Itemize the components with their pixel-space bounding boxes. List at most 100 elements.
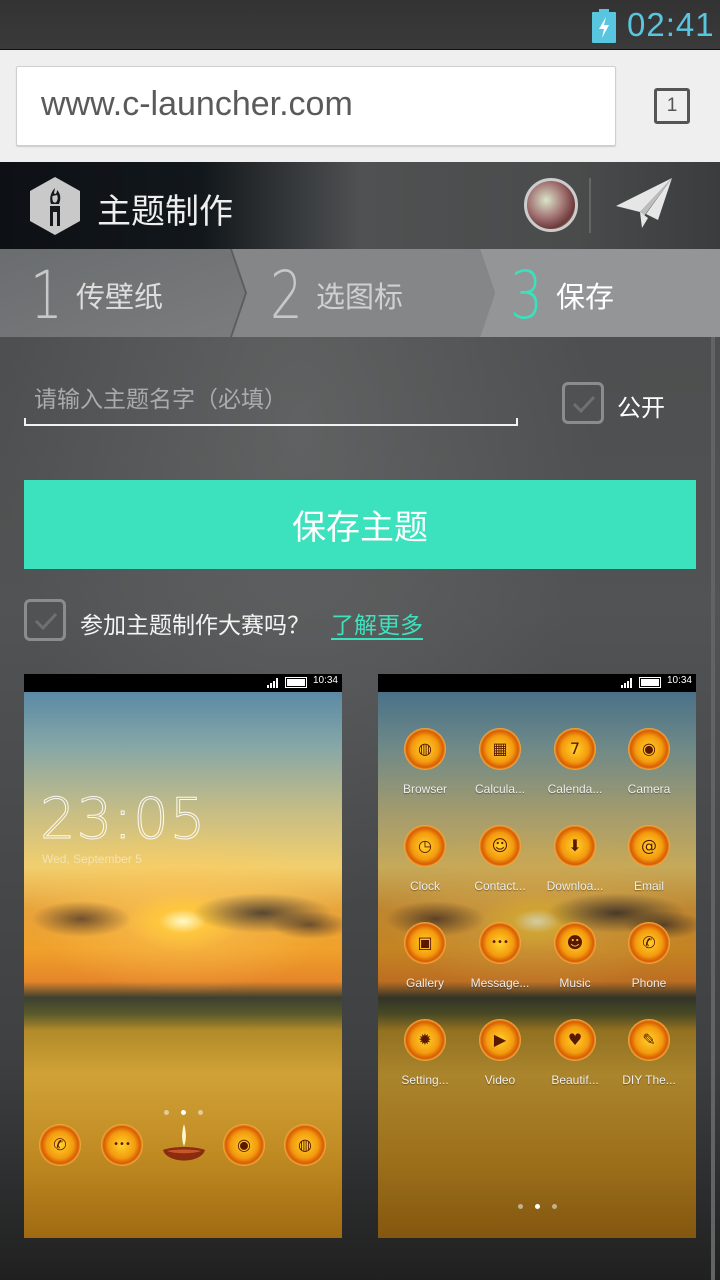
gallery-icon: ▣ xyxy=(404,922,446,964)
header-divider xyxy=(589,178,591,233)
app-hearts[interactable]: ♥ Beautif... xyxy=(535,1019,615,1087)
email-icon: @ xyxy=(628,825,670,867)
app-glyph: ▦ xyxy=(492,739,508,758)
app-glyph: ◉ xyxy=(642,739,656,758)
battery-icon xyxy=(285,677,307,688)
battery-charging-icon xyxy=(592,9,616,43)
paintbrush-hexagon-icon xyxy=(30,177,80,235)
signal-icon xyxy=(267,678,278,688)
contest-checkbox[interactable] xyxy=(24,599,66,641)
app-label: DIY The... xyxy=(622,1073,676,1087)
camera-glyph: ◉ xyxy=(237,1135,251,1154)
homescreen-preview[interactable]: 10:34 ◍ Browser ▦ Calcula... 7 Calenda... ◉ Cam… xyxy=(378,674,696,1238)
app-glyph: ☺ xyxy=(491,836,509,855)
paper-plane-icon[interactable] xyxy=(614,176,674,232)
step-number: 2 xyxy=(270,257,303,334)
phone-glyph: ✆ xyxy=(53,1135,67,1154)
app-glyph: ✎ xyxy=(642,1030,656,1049)
app-gallery[interactable]: ▣ Gallery xyxy=(385,922,465,990)
app-glyph: 7 xyxy=(569,739,581,758)
app-label: Gallery xyxy=(405,976,444,990)
save-theme-button[interactable]: 保存主题 xyxy=(24,480,696,569)
step-2-choose-icons[interactable]: 2 选图标 xyxy=(232,249,495,337)
step-label: 选图标 xyxy=(316,280,404,314)
globe-icon: ◍ xyxy=(404,728,446,770)
page-indicator xyxy=(378,1194,696,1213)
message-icon[interactable]: ••• xyxy=(101,1124,143,1166)
wallpaper-clouds xyxy=(24,888,342,949)
step-1-upload-wallpaper[interactable]: 1 传壁纸 xyxy=(0,249,245,337)
page-dot xyxy=(197,1110,203,1115)
app-glyph: ◷ xyxy=(418,836,432,855)
app-music[interactable]: ☻ Music xyxy=(535,922,615,990)
app-download[interactable]: ⬇ Downloa... xyxy=(535,825,615,893)
camera-icon[interactable]: ◉ xyxy=(223,1124,265,1166)
step-number: 3 xyxy=(510,257,543,334)
page-dot xyxy=(163,1110,169,1115)
page-indicator xyxy=(24,1100,342,1119)
app-label: Setting... xyxy=(401,1073,449,1087)
app-video[interactable]: ▶ Video xyxy=(460,1019,540,1087)
app-label: Beautif... xyxy=(551,1073,599,1087)
page-scrollbar[interactable] xyxy=(711,337,715,1280)
page-dot xyxy=(551,1204,557,1209)
music-icon: ☻ xyxy=(554,922,596,964)
app-glyph: ▶ xyxy=(493,1030,507,1049)
app-glyph: ♥ xyxy=(567,1030,583,1049)
contact-icon: ☺ xyxy=(479,825,521,867)
battery-icon xyxy=(639,677,661,688)
hearts-icon: ♥ xyxy=(554,1019,596,1061)
app-globe[interactable]: ◍ Browser xyxy=(385,728,465,796)
download-icon: ⬇ xyxy=(554,825,596,867)
globe-icon[interactable]: ◍ xyxy=(284,1124,326,1166)
web-page: 主题制作 1 传壁纸 2 选图标 3 保存 请输入主题名字（必填） 公开 保存主… xyxy=(0,162,720,1280)
app-label: Downloa... xyxy=(546,879,604,893)
app-camera[interactable]: ◉ Camera xyxy=(609,728,689,796)
tab-switcher-button[interactable]: 1 xyxy=(654,88,690,124)
app-header: 主题制作 xyxy=(0,162,720,249)
app-glyph: ⬇ xyxy=(568,836,582,855)
app-glyph: ▣ xyxy=(417,933,433,952)
app-label: Browser xyxy=(402,782,447,796)
status-clock: 02:41 xyxy=(627,6,715,43)
lockscreen-preview[interactable]: 10:34 23:05 Wed, September 5 ✆ ••• ◉ ◍ xyxy=(24,674,342,1238)
public-label: 公开 xyxy=(617,394,665,422)
preview-status-time: 10:34 xyxy=(666,675,692,686)
url-text: www.c-launcher.com xyxy=(41,85,353,123)
app-brush[interactable]: ✎ DIY The... xyxy=(609,1019,689,1087)
lockscreen-clock: 23:05 xyxy=(39,787,207,853)
message-icon: ••• xyxy=(479,922,521,964)
phone-icon[interactable]: ✆ xyxy=(39,1124,81,1166)
page-dot-active xyxy=(180,1110,186,1115)
app-label: Camera xyxy=(627,782,671,796)
app-message[interactable]: ••• Message... xyxy=(460,922,540,990)
page-dot xyxy=(517,1204,523,1209)
learn-more-link[interactable]: 了解更多 xyxy=(331,606,423,640)
url-field[interactable]: www.c-launcher.com xyxy=(16,66,616,146)
app-label: Message... xyxy=(470,976,530,990)
app-settings[interactable]: ✹ Setting... xyxy=(385,1019,465,1087)
app-glyph: ✹ xyxy=(418,1030,432,1049)
app-phone[interactable]: ✆ Phone xyxy=(609,922,689,990)
calculator-icon: ▦ xyxy=(479,728,521,770)
status-bar: 02:41 xyxy=(0,0,720,50)
app-calendar[interactable]: 7 Calenda... xyxy=(535,728,615,796)
app-contact[interactable]: ☺ Contact... xyxy=(460,825,540,893)
public-checkbox[interactable] xyxy=(562,382,604,424)
theme-name-underline xyxy=(24,418,518,426)
app-label: Video xyxy=(484,1073,516,1087)
app-clock[interactable]: ◷ Clock xyxy=(385,825,465,893)
video-icon: ▶ xyxy=(479,1019,521,1061)
message-glyph: ••• xyxy=(113,1139,131,1150)
preview-status-bar: 10:34 xyxy=(24,674,342,692)
app-email[interactable]: @ Email xyxy=(609,825,689,893)
avatar[interactable] xyxy=(524,178,578,232)
step-3-save[interactable]: 3 保存 xyxy=(480,249,720,337)
browser-toolbar: www.c-launcher.com 1 xyxy=(0,50,720,162)
app-calculator[interactable]: ▦ Calcula... xyxy=(460,728,540,796)
page-title: 主题制作 xyxy=(97,192,233,232)
diya-lamp-icon[interactable] xyxy=(159,1120,209,1170)
brush-icon: ✎ xyxy=(628,1019,670,1061)
step-label: 传壁纸 xyxy=(76,280,164,314)
signal-icon xyxy=(621,678,632,688)
